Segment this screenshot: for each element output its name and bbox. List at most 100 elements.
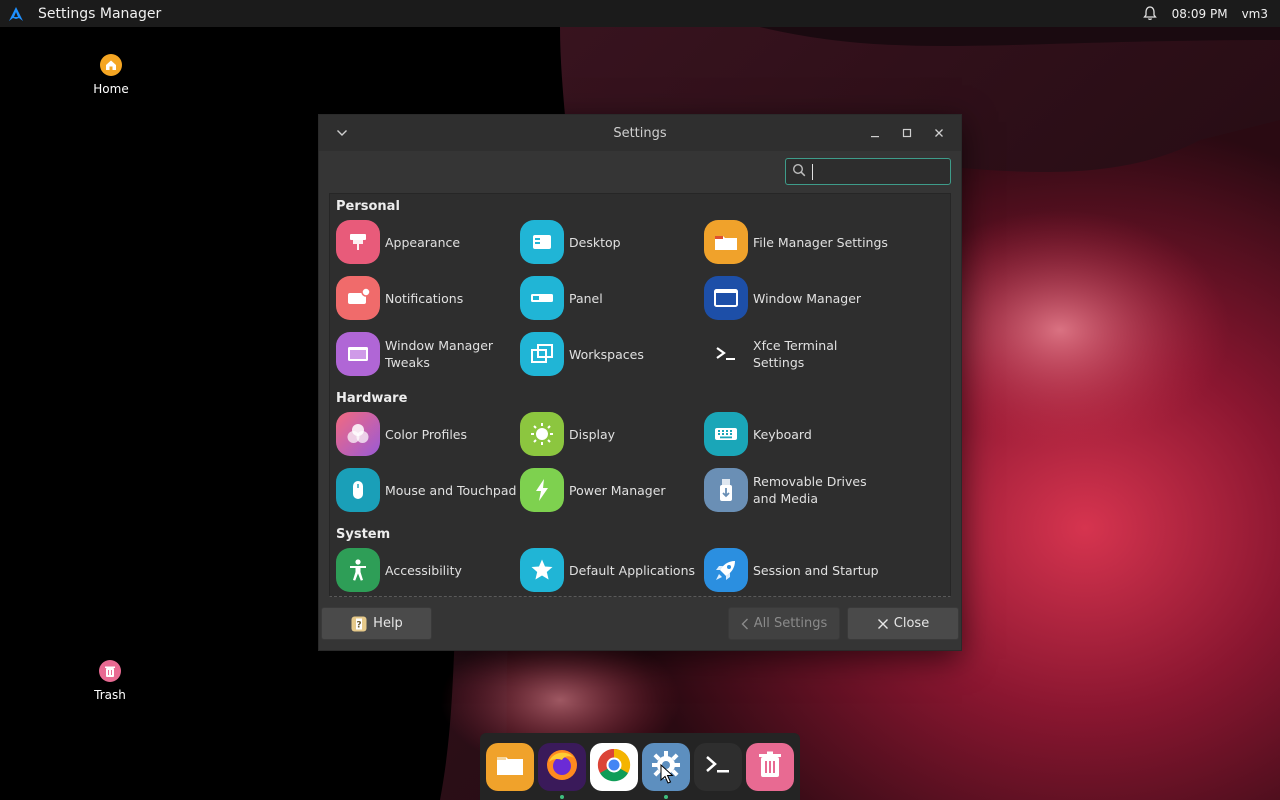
terminal-icon — [702, 751, 734, 783]
arch-logo-icon[interactable] — [0, 0, 32, 27]
svg-text:?: ? — [357, 620, 362, 630]
dock-item-chrome[interactable] — [590, 742, 638, 791]
section-title-system: System — [336, 527, 391, 542]
star-icon — [520, 548, 564, 592]
desktop-icon-label: Home — [93, 82, 129, 96]
settings-item-default-applications[interactable]: Default Applications — [520, 546, 704, 594]
active-app-title[interactable]: Settings Manager — [38, 6, 161, 22]
dock-item-files[interactable] — [486, 742, 534, 791]
settings-item-label: Accessibility — [385, 562, 462, 578]
usb-drive-icon — [704, 468, 748, 512]
keyboard-icon — [704, 412, 748, 456]
settings-item-label: Appearance — [385, 234, 461, 250]
settings-item-accessibility[interactable]: Accessibility — [336, 546, 520, 594]
user-name[interactable]: vm3 — [1242, 7, 1268, 21]
trash-icon — [756, 750, 784, 784]
accessibility-icon — [336, 548, 380, 592]
settings-item-label: Xfce Terminal Settings — [753, 338, 838, 370]
settings-item-power-manager[interactable]: Power Manager — [520, 466, 704, 514]
all-settings-button-label: All Settings — [753, 616, 828, 631]
bell-icon[interactable] — [1136, 0, 1164, 27]
settings-item-label: Mouse and Touchpad — [385, 482, 517, 498]
dock-item-terminal[interactable] — [694, 742, 742, 791]
settings-item-color-profiles[interactable]: Color Profiles — [336, 410, 520, 458]
folder-icon — [704, 220, 748, 264]
settings-item-label: Panel — [569, 290, 603, 306]
settings-item-workspaces[interactable]: Workspaces — [520, 330, 704, 378]
settings-item-label: Keyboard — [753, 426, 812, 442]
terminal-icon — [704, 332, 748, 376]
section-title-personal: Personal — [336, 199, 400, 214]
window-titlebar[interactable]: Settings — [319, 115, 961, 151]
settings-item-label: Desktop — [569, 234, 621, 250]
dock-item-trash[interactable] — [746, 742, 794, 791]
settings-toolbar — [319, 151, 961, 192]
running-indicator — [560, 794, 564, 799]
desktop-icon-label: Trash — [94, 688, 126, 702]
mouse-cursor-icon — [660, 763, 674, 788]
panel-icon — [520, 276, 564, 320]
close-button-label: Close — [893, 616, 930, 631]
desktop-icon — [520, 220, 564, 264]
all-settings-button[interactable]: All Settings — [728, 607, 840, 640]
power-icon — [520, 468, 564, 512]
settings-item-display[interactable]: Display — [520, 410, 704, 458]
window-footer: ? Help All Settings Close — [319, 604, 961, 650]
settings-item-keyboard[interactable]: Keyboard — [704, 410, 888, 458]
settings-item-notifications[interactable]: Notifications — [336, 274, 520, 322]
settings-item-label: Window Manager Tweaks — [385, 338, 494, 370]
settings-item-appearance[interactable]: Appearance — [336, 218, 520, 266]
settings-item-label: Default Applications — [569, 562, 696, 578]
settings-item-label: Color Profiles — [385, 426, 467, 442]
settings-item-label: File Manager Settings — [753, 234, 888, 250]
chevron-left-icon — [741, 618, 749, 630]
settings-item-window-manager[interactable]: Window Manager — [704, 274, 888, 322]
search-input[interactable] — [785, 158, 951, 185]
chrome-icon — [595, 746, 633, 788]
color-profiles-icon — [336, 412, 380, 456]
settings-item-removable-drives[interactable]: Removable Drives and Media — [704, 466, 888, 514]
settings-item-label: Power Manager — [569, 482, 666, 498]
settings-item-session-and-startup[interactable]: Session and Startup — [704, 546, 888, 594]
desktop-icon-trash[interactable]: Trash — [70, 660, 150, 702]
settings-item-desktop[interactable]: Desktop — [520, 218, 704, 266]
settings-item-label: Workspaces — [569, 346, 644, 362]
display-icon — [520, 412, 564, 456]
settings-item-label: Session and Startup — [753, 562, 879, 578]
help-button-label: Help — [373, 616, 403, 631]
settings-item-label: Removable Drives and Media — [753, 474, 867, 506]
settings-list: Personal Appearance Desktop File Manager… — [329, 193, 951, 597]
close-button[interactable]: Close — [847, 607, 959, 640]
appearance-icon — [336, 220, 380, 264]
mouse-icon — [336, 468, 380, 512]
clock[interactable]: 08:09 PM — [1172, 7, 1228, 21]
dock — [480, 733, 800, 800]
settings-item-file-manager-settings[interactable]: File Manager Settings — [704, 218, 888, 266]
desktop-icon-home[interactable]: Home — [71, 54, 151, 96]
search-icon — [792, 162, 806, 181]
help-icon: ? — [350, 615, 368, 633]
workspaces-icon — [520, 332, 564, 376]
window-menu-chevron-icon[interactable] — [319, 115, 365, 151]
settings-window: Settings Personal Appearance Desktop Fil… — [318, 114, 962, 651]
settings-item-mouse-and-touchpad[interactable]: Mouse and Touchpad — [336, 466, 520, 514]
minimize-button[interactable] — [859, 115, 891, 151]
window-tweaks-icon — [336, 332, 380, 376]
maximize-button[interactable] — [891, 115, 923, 151]
settings-item-panel[interactable]: Panel — [520, 274, 704, 322]
close-window-button[interactable] — [923, 115, 955, 151]
settings-item-window-manager-tweaks[interactable]: Window Manager Tweaks — [336, 330, 520, 378]
dock-item-firefox[interactable] — [538, 742, 586, 799]
trash-icon — [99, 660, 121, 682]
home-icon — [100, 54, 122, 76]
settings-item-xfce-terminal-settings[interactable]: Xfce Terminal Settings — [704, 330, 888, 378]
settings-item-label: Display — [569, 426, 616, 442]
files-icon — [494, 751, 526, 783]
window-manager-icon — [704, 276, 748, 320]
help-button[interactable]: ? Help — [321, 607, 432, 640]
firefox-icon — [543, 746, 581, 788]
rocket-icon — [704, 548, 748, 592]
close-icon — [877, 618, 889, 630]
settings-item-label: Notifications — [385, 290, 464, 306]
running-indicator — [664, 794, 668, 799]
